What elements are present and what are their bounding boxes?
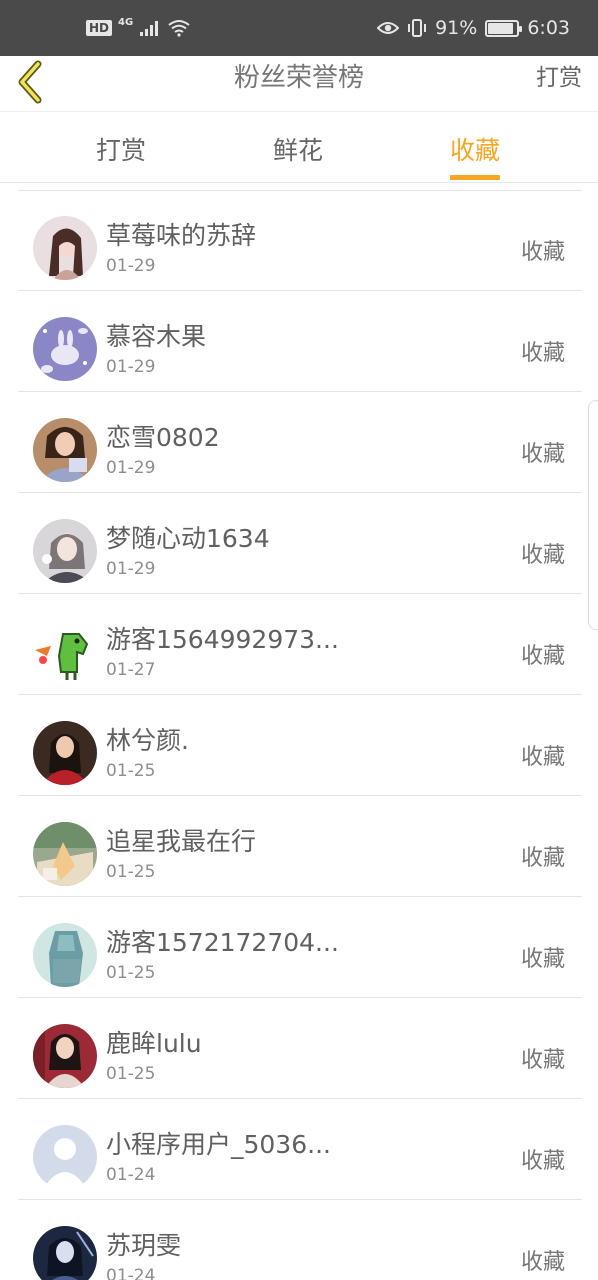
list-item[interactable]: 小程序用户_5036... 01-24 收藏 xyxy=(18,1099,582,1200)
avatar xyxy=(33,1024,97,1088)
avatar xyxy=(33,822,97,886)
list-item[interactable]: 梦随心动1634 01-29 收藏 xyxy=(18,493,582,594)
avatar xyxy=(33,317,97,381)
list-item[interactable]: 林兮颜. 01-25 收藏 xyxy=(18,695,582,796)
status-left: HD 4G xyxy=(86,0,191,56)
date: 01-27 xyxy=(106,660,156,680)
battery-percent: 91% xyxy=(435,17,478,39)
user-name: 游客1572172704... xyxy=(106,928,339,957)
action-label: 收藏 xyxy=(520,947,565,972)
user-name: 苏玥雯 xyxy=(106,1231,182,1260)
action-label: 收藏 xyxy=(520,1250,565,1275)
list-item[interactable]: 恋雪0802 01-29 收藏 xyxy=(18,392,582,493)
date: 01-25 xyxy=(106,1064,156,1084)
tab-label: 收藏 xyxy=(450,136,501,165)
date: 01-25 xyxy=(106,761,156,781)
signal-icon xyxy=(140,21,159,36)
user-name: 梦随心动1634 xyxy=(106,524,270,553)
user-name: 追星我最在行 xyxy=(106,827,257,856)
action-label: 收藏 xyxy=(520,442,565,467)
tab-bar: 打赏 鲜花 收藏 xyxy=(0,113,598,183)
list-item[interactable]: 追星我最在行 01-25 收藏 xyxy=(18,796,582,897)
wifi-icon xyxy=(168,20,190,37)
tab-active-indicator xyxy=(450,175,501,180)
list-item[interactable]: 鹿眸lulu 01-25 收藏 xyxy=(18,998,582,1099)
avatar xyxy=(33,1125,97,1189)
page-title: 粉丝荣誉榜 xyxy=(233,63,364,93)
clock: 6:03 xyxy=(527,17,570,39)
side-handle[interactable] xyxy=(588,400,598,630)
list-item[interactable]: 草莓味的苏辞 01-29 收藏 xyxy=(18,190,582,291)
user-name: 慕容木果 xyxy=(106,322,207,351)
user-name: 恋雪0802 xyxy=(106,423,220,452)
avatar xyxy=(33,721,97,785)
avatar xyxy=(33,519,97,583)
battery-icon xyxy=(485,19,523,37)
date: 01-29 xyxy=(106,256,156,276)
avatar xyxy=(33,418,97,482)
action-label: 收藏 xyxy=(520,846,565,871)
action-label: 收藏 xyxy=(520,1149,565,1174)
tab-reward[interactable]: 打赏 xyxy=(96,131,146,171)
tab-label: 打赏 xyxy=(96,136,147,165)
battery-level xyxy=(488,22,514,34)
action-label: 收藏 xyxy=(520,1048,565,1073)
date: 01-25 xyxy=(106,862,156,882)
list-item[interactable]: 游客1564992973... 01-27 收藏 xyxy=(18,594,582,695)
date: 01-29 xyxy=(106,357,156,377)
hd-badge: HD xyxy=(86,20,113,36)
user-name: 林兮颜. xyxy=(106,726,189,755)
status-bar: HD 4G 91% 6:03 xyxy=(0,0,598,56)
user-name: 草莓味的苏辞 xyxy=(106,221,257,250)
action-label: 收藏 xyxy=(520,341,565,366)
action-label: 收藏 xyxy=(520,543,565,568)
vibrate-icon xyxy=(408,19,427,37)
tab-favorites[interactable]: 收藏 xyxy=(450,131,501,180)
user-name: 游客1564992973... xyxy=(106,625,339,654)
date: 01-24 xyxy=(106,1165,156,1185)
user-name: 小程序用户_5036... xyxy=(106,1130,331,1159)
eye-icon xyxy=(377,22,400,34)
user-name: 鹿眸lulu xyxy=(106,1029,202,1058)
tab-flowers[interactable]: 鲜花 xyxy=(273,131,323,171)
network-type: 4G xyxy=(118,16,134,28)
list-item[interactable]: 慕容木果 01-29 收藏 xyxy=(18,291,582,392)
list-item[interactable]: 游客1572172704... 01-25 收藏 xyxy=(18,897,582,998)
tab-label: 鲜花 xyxy=(273,136,324,165)
action-label: 收藏 xyxy=(520,745,565,770)
avatar xyxy=(33,923,97,987)
reward-button[interactable]: 打赏 xyxy=(536,56,582,100)
action-label: 收藏 xyxy=(520,644,565,669)
status-right: 91% 6:03 xyxy=(377,0,570,56)
avatar xyxy=(33,1226,97,1280)
date: 01-29 xyxy=(106,559,156,579)
date: 01-29 xyxy=(106,458,156,478)
avatar xyxy=(33,216,97,280)
nav-bar: 粉丝荣誉榜 打赏 xyxy=(0,56,598,112)
action-label: 收藏 xyxy=(520,240,565,265)
avatar xyxy=(33,620,97,684)
date: 01-24 xyxy=(106,1266,156,1280)
date: 01-25 xyxy=(106,963,156,983)
list-item[interactable]: 苏玥雯 01-24 收藏 xyxy=(18,1200,582,1280)
